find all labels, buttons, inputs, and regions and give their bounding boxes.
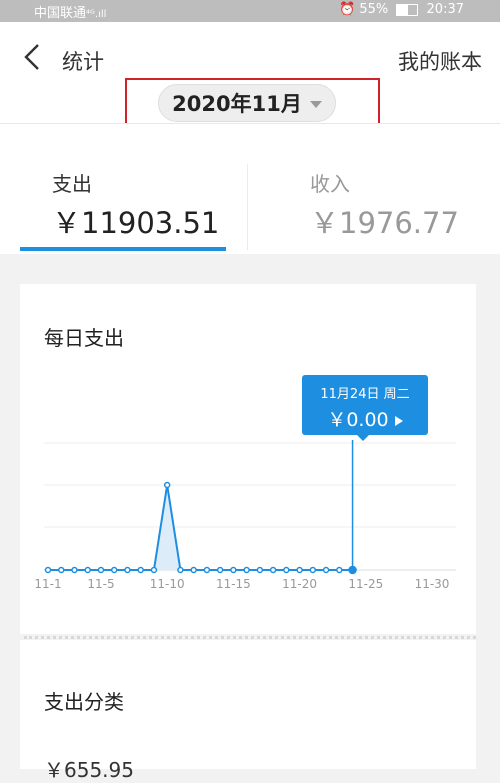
my-ledger-link[interactable]: 我的账本 xyxy=(398,46,482,76)
daily-expense-title: 每日支出 xyxy=(44,326,124,350)
tab-income-label: 收入 xyxy=(310,172,350,196)
tooltip-pointer xyxy=(356,434,370,441)
page-title: 统计 xyxy=(62,50,104,74)
status-right: ⏰ 55% 20:37 xyxy=(339,2,464,17)
category-card: 支出分类 xyxy=(20,640,476,769)
tab-income-amount: ￥1976.77 xyxy=(310,206,459,240)
chart-tooltip[interactable]: 11月24日 周二 ￥0.00 xyxy=(302,375,428,435)
alarm-icon: ⏰ xyxy=(339,2,356,17)
carrier-label: 中国联通⁴ᴳ.ıll xyxy=(34,6,107,21)
month-selector-label: 2020年11月 xyxy=(172,92,302,116)
active-tab-indicator xyxy=(20,247,226,251)
signal-icon: ⁴ᴳ.ıll xyxy=(86,9,107,20)
month-selector[interactable]: 2020年11月 xyxy=(158,84,336,122)
tab-expense-label: 支出 xyxy=(52,172,92,196)
battery-percent: 55% xyxy=(359,2,389,17)
clock: 20:37 xyxy=(426,2,464,17)
daily-expense-card: 每日支出 xyxy=(20,284,476,634)
tab-separator xyxy=(247,164,248,250)
tooltip-date: 11月24日 周二 xyxy=(320,387,410,402)
card-dashed-divider xyxy=(24,636,476,639)
category-title: 支出分类 xyxy=(44,690,124,714)
status-bar: 中国联通⁴ᴳ.ıll ⏰ 55% 20:37 xyxy=(0,0,500,22)
battery-icon xyxy=(396,3,419,16)
play-arrow-icon xyxy=(394,415,403,426)
dropdown-caret-icon xyxy=(309,100,322,108)
back-arrow-icon[interactable] xyxy=(20,43,44,71)
summary-tabs: 支出 ￥11903.51 收入 ￥1976.77 xyxy=(0,124,500,254)
tooltip-value: ￥0.00 xyxy=(327,409,389,431)
tab-expense-amount: ￥11903.51 xyxy=(52,206,220,240)
